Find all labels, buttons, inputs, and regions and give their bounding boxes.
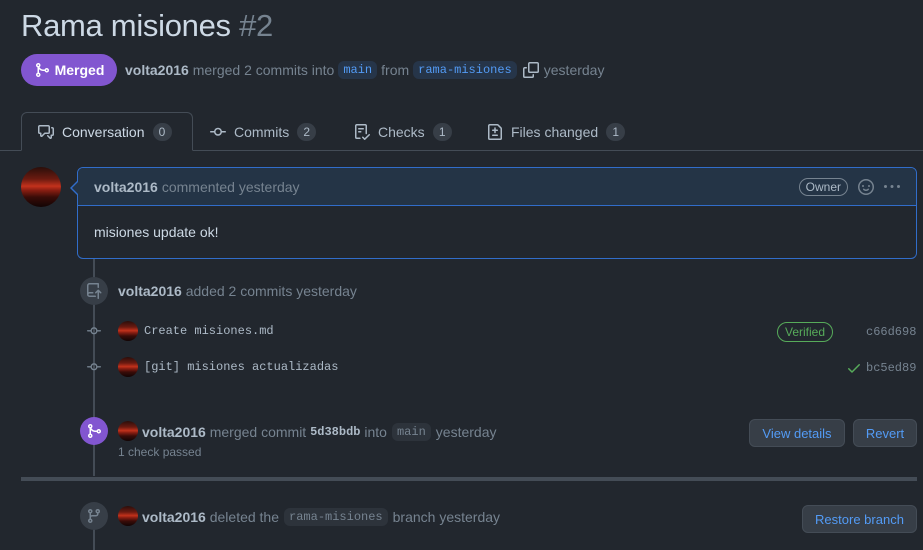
checks-status[interactable]: 1 check passed — [118, 445, 201, 459]
commit-message-link[interactable]: Create misiones.md — [144, 324, 274, 338]
verified-badge[interactable]: Verified — [777, 322, 834, 342]
event-author[interactable]: volta2016 — [142, 424, 206, 440]
merge-event-text: volta2016 merged commit 5d38bdb into main… — [142, 423, 496, 441]
pr-number: #2 — [239, 8, 273, 43]
event-text: branch yesterday — [392, 509, 501, 525]
deleted-branch[interactable]: rama-misiones — [284, 508, 388, 526]
owner-badge: Owner — [798, 177, 848, 196]
comment-action: commented yesterday — [161, 178, 300, 195]
pr-title: Rama misiones — [21, 8, 231, 43]
tab-files-changed[interactable]: Files changed 1 — [471, 112, 641, 151]
branch-deleted-badge — [80, 502, 108, 530]
avatar[interactable] — [118, 421, 138, 441]
tab-label: Files changed — [511, 123, 599, 140]
commit-sha-link[interactable]: c66d698 — [866, 325, 916, 339]
comment-pointer-inner — [72, 181, 79, 195]
merge-summary: volta2016 merged 2 commits into main fro… — [125, 60, 604, 80]
commit-message-link[interactable]: [git] misiones actualizadas — [144, 360, 338, 374]
event-text: deleted the — [209, 509, 280, 525]
comment: volta2016 commented yesterday Owner misi… — [77, 167, 917, 259]
comment-discussion-icon — [38, 124, 54, 139]
avatar[interactable] — [118, 321, 138, 341]
view-details-button[interactable]: View details — [749, 419, 845, 447]
more-options-icon[interactable] — [884, 179, 900, 195]
author-link[interactable]: volta2016 — [125, 62, 189, 78]
git-merge-icon — [88, 424, 102, 438]
timeline-divider — [21, 477, 917, 481]
event-text: merged commit — [209, 424, 307, 440]
copy-icon[interactable] — [522, 62, 539, 78]
avatar[interactable] — [118, 506, 138, 526]
event-author[interactable]: volta2016 — [142, 509, 206, 525]
file-diff-icon — [488, 123, 502, 140]
merged-badge — [80, 417, 108, 445]
from-text: from — [381, 62, 410, 78]
event-text: added 2 commits yesterday — [185, 283, 357, 299]
tab-counter: 1 — [606, 122, 626, 141]
tab-counter: 2 — [297, 122, 317, 141]
restore-branch-button[interactable]: Restore branch — [802, 505, 917, 533]
tab-label: Checks — [378, 123, 425, 140]
comment-body: misiones update ok! — [94, 224, 219, 240]
git-commit-icon — [210, 127, 226, 136]
timeline-line — [93, 444, 95, 476]
tab-label: Commits — [234, 123, 290, 140]
delete-event-text: volta2016 deleted the rama-misiones branch… — [142, 508, 500, 526]
tab-commits[interactable]: Commits 2 — [194, 112, 332, 151]
smiley-icon[interactable] — [858, 178, 874, 195]
repo-push-icon — [87, 283, 102, 299]
git-commit-icon — [87, 327, 101, 335]
base-branch[interactable]: main — [391, 423, 431, 441]
merge-time: yesterday — [543, 62, 605, 78]
checklist-icon — [355, 123, 370, 140]
merged-status-badge: Merged — [21, 54, 117, 86]
commit-sha-link[interactable]: bc5ed89 — [866, 361, 916, 375]
comment-header: volta2016 commented yesterday Owner — [78, 168, 916, 206]
tab-counter: 1 — [432, 122, 452, 141]
merge-commit-sha[interactable]: 5d38bdb — [310, 425, 360, 439]
commits-event-text: volta2016 added 2 commits yesterday — [118, 283, 357, 299]
revert-button[interactable]: Revert — [853, 419, 917, 447]
git-branch-icon — [87, 509, 100, 524]
tab-label: Conversation — [62, 123, 145, 140]
event-author[interactable]: volta2016 — [118, 283, 182, 299]
state-label: Merged — [54, 62, 105, 78]
check-icon[interactable] — [846, 360, 862, 376]
head-branch[interactable]: rama-misiones — [413, 61, 517, 79]
git-merge-icon — [35, 63, 49, 77]
tab-counter: 0 — [152, 122, 172, 141]
repo-push-badge — [80, 277, 108, 305]
into-text: into — [364, 424, 387, 440]
git-commit-icon — [87, 363, 101, 371]
tab-conversation[interactable]: Conversation 0 — [21, 112, 193, 151]
avatar[interactable] — [118, 357, 138, 377]
base-branch[interactable]: main — [338, 61, 378, 79]
timeline-line — [93, 528, 95, 550]
event-time: yesterday — [435, 424, 497, 440]
avatar[interactable] — [21, 167, 61, 207]
tab-checks[interactable]: Checks 1 — [338, 112, 468, 151]
merge-text: merged 2 commits into — [192, 62, 335, 78]
comment-author[interactable]: volta2016 — [94, 179, 158, 195]
page-title: Rama misiones #2 — [21, 8, 273, 44]
